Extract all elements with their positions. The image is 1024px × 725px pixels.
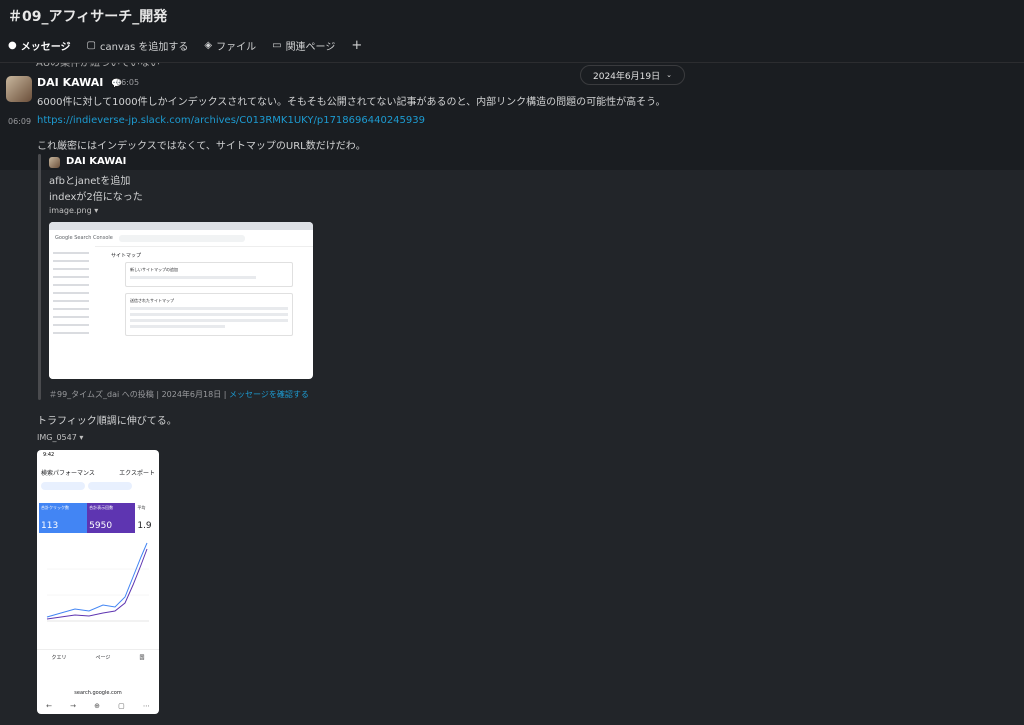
tab-files[interactable]: ◈ ファイル: [204, 38, 256, 53]
card-title: 送信されたサイトマップ: [130, 298, 174, 303]
phone-status-time: 9:42: [43, 452, 55, 458]
search-console-bar: Google Search Console: [49, 230, 313, 247]
tab-label: メッセージ: [20, 42, 71, 53]
message-text: トラフィック順調に伸びてる。: [37, 416, 177, 427]
channel-title[interactable]: ＃09_アフィサーチ_開発: [8, 6, 167, 26]
page-title: サイトマップ: [111, 253, 142, 259]
shared-message-footer: ＃99_タイムズ_dai への投稿 | 2024年6月18日 | メッセージを確…: [49, 390, 309, 399]
kpi-value: 1.9: [137, 521, 152, 531]
content: 新しいサイトマップの追加 送信されたサイトマップ: [125, 262, 293, 342]
tab-query: クエリ: [51, 655, 67, 661]
kpi-value: 113: [41, 521, 59, 531]
message-text: 6000件に対して1000件しかインデックスされてない。そもそも公開されてない記…: [37, 97, 666, 108]
plus-icon: ⊕: [94, 702, 100, 710]
kpi-row: 合計クリック数 113 合計表示回数 5950 平均 1.9: [39, 503, 158, 533]
quote-bar: [38, 154, 41, 400]
canvas-icon: ▢: [86, 40, 96, 51]
chevron-down-icon: ⌄: [666, 71, 672, 79]
image-attachment[interactable]: 9:42 検索パフォーマンス エクスポート 合計クリック数 113 合計表示回数…: [37, 450, 159, 714]
plus-icon: +: [351, 38, 363, 53]
channel-header: ＃09_アフィサーチ_開発 ● メッセージ ▢ canvas を追加する ◈ フ…: [0, 0, 1024, 63]
message-author[interactable]: DAI KAWAI 💬: [37, 76, 122, 89]
card: 送信されたサイトマップ: [125, 293, 293, 336]
quote-text: indexが2倍になった: [49, 192, 143, 203]
channel-tabs: ● メッセージ ▢ canvas を追加する ◈ ファイル ▭ 関連ページ +: [8, 38, 362, 53]
avatar[interactable]: [6, 76, 32, 102]
tab-label: ファイル: [216, 42, 257, 53]
kpi-impressions: 合計表示回数 5950: [87, 503, 136, 533]
tab-messages[interactable]: ● メッセージ: [8, 38, 71, 53]
tab-country: 国: [139, 655, 145, 661]
kpi-clicks: 合計クリック数 113: [39, 503, 88, 533]
caret-down-icon: ▾: [79, 433, 84, 442]
tab-page: ページ: [95, 655, 111, 661]
file-name-label: IMG_0547: [37, 433, 77, 442]
message-text: これ厳密にはインデックスではなくて、サイトマップのURL数だけだわ。: [37, 141, 366, 152]
forward-icon: →: [70, 702, 76, 710]
image-attachment[interactable]: Google Search Console サイトマップ 新しいサイトマップの追…: [49, 222, 313, 379]
tab-canvas[interactable]: ▢ canvas を追加する: [87, 38, 189, 53]
file-name-label: image.png: [49, 206, 92, 215]
app-name: Google Search Console: [55, 235, 113, 241]
search-input: [118, 234, 245, 242]
card: 新しいサイトマップの追加: [125, 262, 293, 287]
message-link[interactable]: https://indieverse-jp.slack.com/archives…: [37, 115, 425, 126]
view-message-link[interactable]: メッセージを確認する: [229, 390, 309, 399]
performance-title: 検索パフォーマンス: [41, 470, 95, 477]
tab-label: canvas を追加する: [100, 42, 189, 53]
footer-channel[interactable]: ＃99_タイムズ_dai への投稿: [49, 390, 154, 399]
file-name[interactable]: IMG_0547 ▾: [37, 433, 83, 442]
export-label: エクスポート: [119, 470, 155, 477]
tab-label: 関連ページ: [285, 42, 336, 53]
message-timestamp[interactable]: 06:05: [116, 78, 139, 87]
traffic-chart: [46, 542, 149, 622]
more-icon: ⋯: [142, 702, 150, 710]
browser-nav: ← → ⊕ ▢ ⋯: [37, 702, 159, 710]
card-title: 新しいサイトマップの追加: [130, 267, 178, 272]
tabs-icon: ▢: [118, 702, 125, 710]
kpi-label: 合計クリック数: [41, 505, 69, 510]
folder-icon: ▭: [272, 40, 282, 51]
browser-tabs: [49, 222, 313, 230]
date-label: 2024年6月19日: [593, 71, 661, 82]
filter-chips: [37, 479, 159, 493]
kpi-value: 5950: [89, 521, 113, 531]
footer-date: 2024年6月18日: [161, 390, 222, 399]
author-name: DAI KAWAI: [37, 76, 104, 89]
back-icon: ←: [46, 702, 52, 710]
tab-related-pages[interactable]: ▭ 関連ページ: [272, 38, 335, 53]
kpi-label: 平均: [137, 505, 146, 510]
quote-text: afbとjanetを追加: [49, 176, 131, 187]
kpi-label: 合計表示回数: [89, 505, 114, 510]
caret-down-icon: ▾: [94, 206, 99, 215]
quote-author[interactable]: DAI KAWAI: [66, 156, 126, 167]
message-pane: AUの案件が紐づいていない 2024年6月19日 ⌄ DAI KAWAI 💬 0…: [0, 58, 1024, 725]
file-name[interactable]: image.png ▾: [49, 206, 98, 215]
sidebar: [49, 246, 95, 379]
message-icon: ●: [8, 40, 17, 51]
add-tab-button[interactable]: +: [351, 38, 362, 53]
date-divider[interactable]: 2024年6月19日 ⌄: [580, 65, 685, 85]
performance-header: 検索パフォーマンス エクスポート: [37, 466, 159, 479]
browser-url: search.google.com: [74, 690, 122, 696]
avatar[interactable]: [49, 157, 60, 168]
kpi-average: 平均 1.9: [135, 503, 158, 533]
dimension-tabs: クエリ ページ 国: [37, 649, 159, 661]
message-timestamp[interactable]: 06:09: [8, 117, 31, 126]
files-icon: ◈: [204, 40, 213, 51]
